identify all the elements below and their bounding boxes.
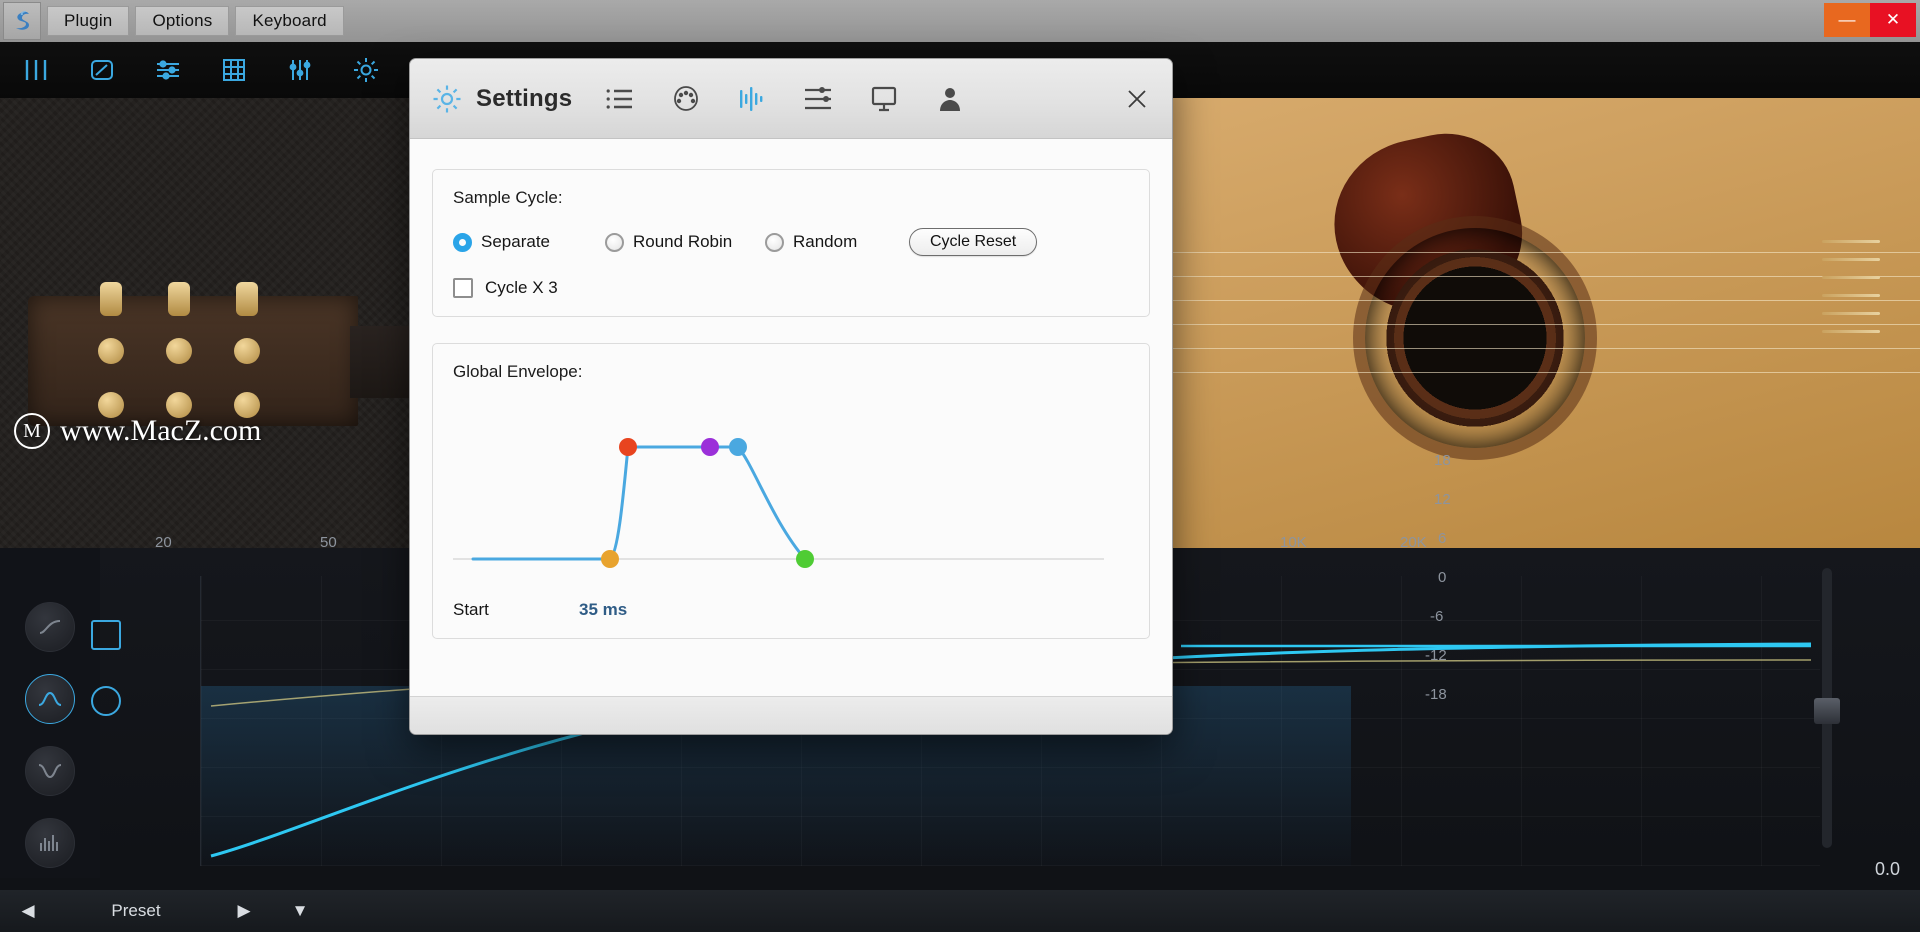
sliders-icon[interactable] [146, 50, 190, 90]
decay-node [729, 438, 747, 456]
guitar-body [1160, 98, 1920, 548]
close-button[interactable]: ✕ [1870, 3, 1916, 37]
tab-mixer[interactable] [798, 79, 838, 119]
eq-mode-notch-icon[interactable] [25, 746, 75, 796]
columns-icon[interactable] [14, 50, 58, 90]
screen: Plugin Options Keyboard — ✕ M www.MacZ.c… [0, 0, 1920, 932]
start-node [601, 550, 619, 568]
cycle-x3-label: Cycle X 3 [485, 278, 558, 297]
attack-node [619, 438, 637, 456]
envelope-start-row: Start 35 ms [453, 600, 1129, 620]
radio-separate-indicator[interactable] [453, 232, 472, 252]
minimize-button[interactable]: — [1824, 3, 1870, 37]
guitar-strings [1160, 248, 1920, 418]
tab-user[interactable] [930, 79, 970, 119]
cycle-x3-checkbox[interactable] [453, 278, 473, 298]
window-controls: — ✕ [1824, 0, 1920, 42]
radio-random-label: Random [793, 232, 858, 251]
tab-waveform[interactable] [732, 79, 772, 119]
watermark-text: www.MacZ.com [60, 414, 262, 447]
guitar-headstock [28, 282, 358, 426]
tab-midi[interactable] [666, 79, 706, 119]
global-envelope-card: Global Envelope: Start 35 ms [432, 343, 1150, 639]
eq-power-icon[interactable] [91, 686, 121, 716]
eq-db-label-18: 18 [1434, 452, 1451, 469]
dialog-tab-bar [600, 79, 970, 119]
gear-icon [430, 82, 464, 116]
eq-freq-label-20k: 20K [1400, 534, 1427, 551]
settings-dialog: Settings Sample Cycle: Separate Round Ro… [409, 58, 1173, 735]
eq-tool-rail [0, 548, 100, 878]
sample-cycle-card: Sample Cycle: Separate Round Robin Rando… [432, 169, 1150, 317]
eq-freq-label-50: 50 [320, 534, 337, 551]
envelope-editor[interactable] [453, 404, 1129, 594]
eq-freq-label-10k: 10K [1280, 534, 1307, 551]
preset-dropdown-button[interactable]: ▼ [272, 890, 328, 932]
eq-db-label-minus6: -6 [1430, 608, 1444, 625]
hold-node [701, 438, 719, 456]
menu-keyboard[interactable]: Keyboard [235, 6, 344, 36]
sample-cycle-label: Sample Cycle: [453, 188, 563, 207]
radio-round-robin-label: Round Robin [633, 232, 733, 251]
grid-icon[interactable] [212, 50, 256, 90]
watermark: M www.MacZ.com [14, 413, 261, 449]
eq-freq-label-20: 20 [155, 534, 172, 551]
eq-mode-spectrum-icon[interactable] [25, 818, 75, 868]
radio-random-indicator[interactable] [765, 232, 784, 252]
tab-display[interactable] [864, 79, 904, 119]
radio-round-robin-indicator[interactable] [605, 232, 624, 252]
cycle-x3-row[interactable]: Cycle X 3 [453, 278, 1129, 298]
mixer-icon[interactable] [278, 50, 322, 90]
eq-db-label-minus12: -12 [1425, 647, 1447, 664]
preset-next-button[interactable]: ▶ [216, 890, 272, 932]
preset-prev-button[interactable]: ◀ [0, 890, 56, 932]
dialog-title: Settings [476, 84, 573, 112]
envelope-start-label: Start [453, 600, 489, 619]
eq-db-label-minus18: -18 [1425, 686, 1447, 703]
eq-mode-bell-icon[interactable] [25, 674, 75, 724]
eq-db-label-0: 0 [1438, 569, 1447, 586]
eq-mode-lowshelf-icon[interactable] [25, 602, 75, 652]
cycle-reset-button[interactable]: Cycle Reset [909, 228, 1038, 256]
dialog-body: Sample Cycle: Separate Round Robin Rando… [410, 139, 1172, 696]
envelope-curve[interactable] [453, 404, 1113, 594]
gear-icon[interactable] [344, 50, 388, 90]
tuner-icon[interactable] [80, 50, 124, 90]
tab-list[interactable] [600, 79, 640, 119]
watermark-logo-icon: M [14, 413, 50, 449]
radio-random[interactable]: Random [765, 232, 895, 252]
envelope-start-value[interactable]: 35 ms [579, 600, 627, 620]
ample-sound-logo-icon[interactable] [3, 2, 41, 40]
preset-bar: ◀ Preset ▶ ▼ [0, 890, 1920, 932]
eq-link-icon[interactable] [91, 620, 121, 650]
radio-separate-label: Separate [481, 232, 550, 251]
dialog-footer [410, 696, 1172, 734]
eq-db-label-6: 6 [1438, 530, 1447, 547]
preset-title[interactable]: Preset [56, 901, 216, 921]
eq-output-fader-thumb[interactable] [1814, 698, 1840, 724]
dialog-header: Settings [410, 59, 1172, 139]
close-icon[interactable] [1122, 84, 1152, 114]
global-envelope-label: Global Envelope: [453, 362, 583, 381]
eq-db-label-12: 12 [1434, 491, 1451, 508]
menu-plugin[interactable]: Plugin [47, 6, 130, 36]
menu-options[interactable]: Options [135, 6, 230, 36]
radio-round-robin[interactable]: Round Robin [605, 232, 765, 252]
radio-separate[interactable]: Separate [453, 232, 583, 252]
sample-cycle-radio-group: Separate Round Robin Random Cycle Reset [453, 228, 1129, 256]
bridge-pins [1820, 238, 1880, 348]
window-title-bar: Plugin Options Keyboard — ✕ [0, 0, 1920, 42]
eq-output-value: 0.0 [1874, 859, 1900, 879]
release-node [796, 550, 814, 568]
